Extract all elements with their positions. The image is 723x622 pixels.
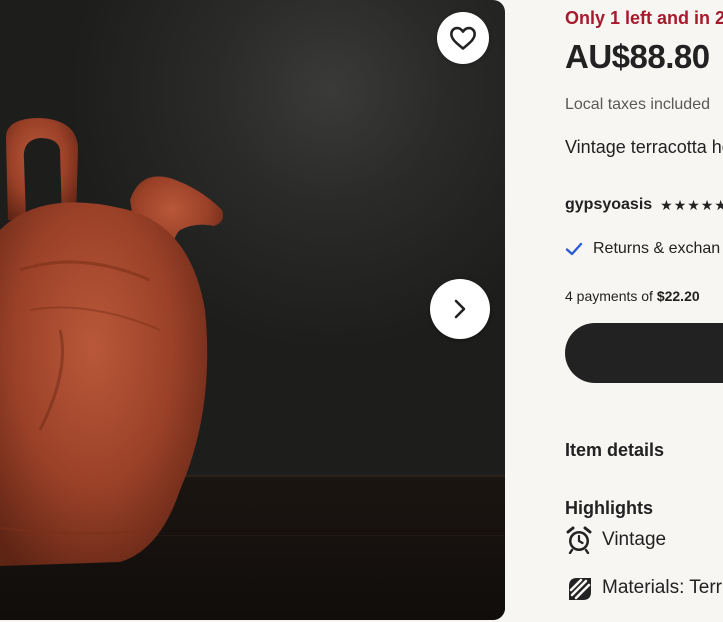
taxes-note: Local taxes included bbox=[565, 96, 710, 113]
highlight-label: Materials: Terr bbox=[602, 577, 723, 598]
add-to-cart-button[interactable] bbox=[565, 323, 723, 383]
returns-label: Returns & exchan bbox=[593, 240, 721, 257]
listing-title: Vintage terracotta home decor bbox=[565, 137, 723, 157]
highlights-heading: Highlights bbox=[565, 498, 653, 518]
materials-icon bbox=[569, 578, 591, 600]
heart-icon bbox=[450, 26, 476, 50]
highlight-materials: Materials: Terr bbox=[565, 574, 722, 602]
item-details-heading[interactable]: Item details bbox=[565, 440, 664, 461]
listing-image[interactable] bbox=[0, 0, 505, 620]
highlight-vintage: Vintage bbox=[565, 526, 666, 554]
terracotta-vase-image bbox=[0, 118, 223, 566]
returns-policy[interactable]: Returns & exchan bbox=[565, 240, 720, 258]
alarm-clock-icon bbox=[566, 526, 592, 554]
chevron-right-icon bbox=[454, 299, 466, 319]
checkmark-icon bbox=[565, 242, 583, 256]
listing-info-panel: Only 1 left and in 2 AU$88.80 Local taxe… bbox=[565, 0, 723, 622]
stock-notice: Only 1 left and in 2 bbox=[565, 8, 723, 28]
payments-amount: $22.20 bbox=[656, 288, 700, 304]
favorite-button[interactable] bbox=[437, 12, 489, 64]
installment-payments[interactable]: 4 payments of $22.20 bbox=[565, 288, 700, 304]
rating-stars[interactable]: ★★★★★ bbox=[660, 197, 723, 214]
price: AU$88.80 bbox=[565, 38, 710, 75]
shop-name-link[interactable]: gypsyoasis bbox=[565, 196, 652, 214]
next-image-button[interactable] bbox=[430, 279, 490, 339]
shop-row: gypsyoasis ★★★★★ bbox=[565, 196, 723, 214]
highlight-label: Vintage bbox=[602, 529, 667, 550]
payments-prefix: 4 payments of bbox=[565, 288, 657, 304]
